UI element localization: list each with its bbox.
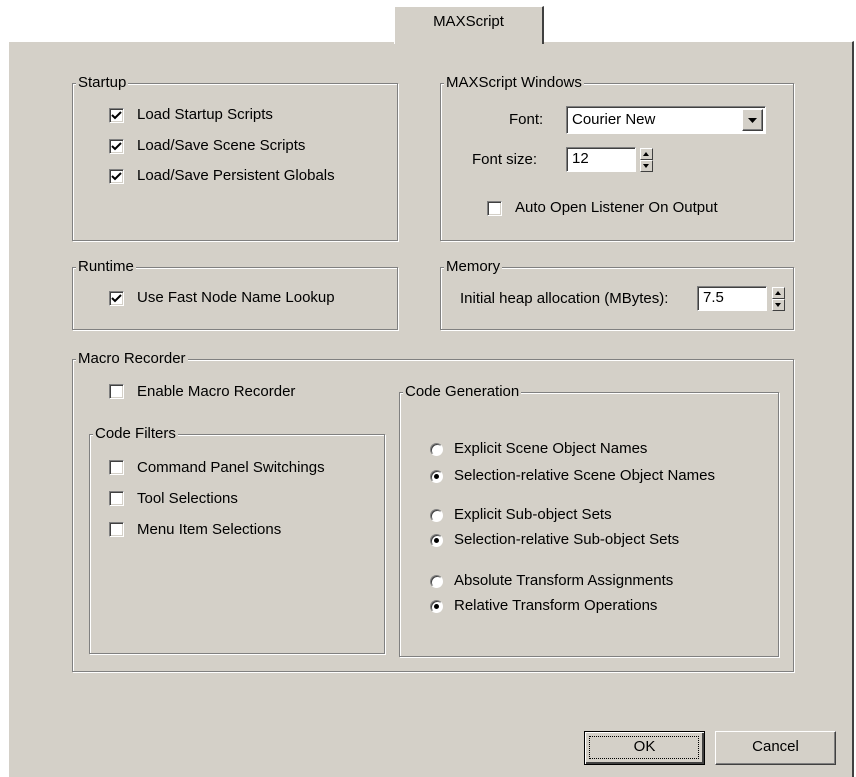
chevron-down-icon	[748, 118, 757, 123]
code-filters-group-title: Code Filters	[93, 425, 178, 443]
selection-relative-scene-object-names-label: Selection-relative Scene Object Names	[454, 467, 715, 484]
absolute-transform-assignments-label: Absolute Transform Assignments	[454, 572, 674, 589]
spin-up-icon	[775, 291, 781, 295]
spin-down-icon	[643, 164, 649, 168]
selection-relative-sub-object-sets-radio[interactable]	[430, 534, 443, 547]
macro-recorder-group-title: Macro Recorder	[76, 350, 188, 368]
checkmark-icon	[111, 294, 122, 303]
font-dropdown-button[interactable]	[742, 109, 763, 131]
selection-relative-sub-object-sets-label: Selection-relative Sub-object Sets	[454, 531, 680, 548]
cancel-button[interactable]: Cancel	[715, 731, 836, 765]
heap-allocation-input[interactable]: 7.5	[697, 286, 767, 311]
load-startup-scripts-checkbox[interactable]	[109, 108, 124, 123]
selection-relative-scene-object-names-radio[interactable]	[430, 470, 443, 483]
radio-dot	[434, 604, 439, 609]
cancel-button-label: Cancel	[752, 738, 799, 755]
runtime-group-title: Runtime	[76, 258, 136, 276]
font-dropdown-value: Courier New	[572, 111, 656, 128]
code-generation-group: Code Generation	[399, 383, 779, 657]
explicit-scene-object-names-label: Explicit Scene Object Names	[454, 440, 648, 457]
menu-item-selections-checkbox[interactable]	[109, 522, 124, 537]
load-save-persistent-globals-label: Load/Save Persistent Globals	[137, 167, 335, 184]
use-fast-node-lookup-checkbox[interactable]	[109, 291, 124, 306]
enable-macro-recorder-label: Enable Macro Recorder	[137, 383, 296, 400]
maxscript-windows-group-title: MAXScript Windows	[444, 74, 584, 92]
spin-up-icon	[643, 152, 649, 156]
focus-rect	[589, 736, 699, 759]
command-panel-switchings-label: Command Panel Switchings	[137, 459, 325, 476]
code-generation-group-title: Code Generation	[403, 383, 522, 401]
load-save-scene-scripts-label: Load/Save Scene Scripts	[137, 137, 306, 154]
load-startup-scripts-label: Load Startup Scripts	[137, 106, 273, 123]
menu-item-selections-label: Menu Item Selections	[137, 521, 282, 538]
checkmark-icon	[111, 142, 122, 151]
font-size-label: Font size:	[472, 151, 538, 168]
load-save-scene-scripts-checkbox[interactable]	[109, 139, 124, 154]
explicit-sub-object-sets-label: Explicit Sub-object Sets	[454, 506, 612, 523]
startup-group-title: Startup	[76, 74, 129, 92]
font-size-spinner[interactable]	[640, 148, 653, 172]
tab-maxscript[interactable]: MAXScript	[394, 6, 544, 44]
heap-allocation-spinner[interactable]	[772, 287, 785, 311]
heap-allocation-label: Initial heap allocation (MBytes):	[460, 290, 669, 307]
checkmark-icon	[111, 172, 122, 181]
relative-transform-operations-radio[interactable]	[430, 600, 443, 613]
radio-dot	[434, 474, 439, 479]
use-fast-node-lookup-label: Use Fast Node Name Lookup	[137, 289, 335, 306]
checkmark-icon	[111, 111, 122, 120]
font-dropdown[interactable]: Courier New	[566, 106, 766, 134]
auto-open-listener-label: Auto Open Listener On Output	[515, 199, 718, 216]
auto-open-listener-checkbox[interactable]	[487, 201, 502, 216]
ok-button[interactable]: OK	[584, 731, 705, 765]
heap-allocation-value: 7.5	[703, 289, 724, 306]
load-save-persistent-globals-checkbox[interactable]	[109, 169, 124, 184]
explicit-sub-object-sets-radio[interactable]	[430, 509, 443, 522]
relative-transform-operations-label: Relative Transform Operations	[454, 597, 658, 614]
memory-group-title: Memory	[444, 258, 503, 276]
command-panel-switchings-checkbox[interactable]	[109, 460, 124, 475]
font-label: Font:	[509, 111, 544, 128]
enable-macro-recorder-checkbox[interactable]	[109, 384, 124, 399]
explicit-scene-object-names-radio[interactable]	[430, 443, 443, 456]
tool-selections-checkbox[interactable]	[109, 491, 124, 506]
absolute-transform-assignments-radio[interactable]	[430, 575, 443, 588]
spin-down-icon	[775, 303, 781, 307]
radio-dot	[434, 538, 439, 543]
font-size-value: 12	[572, 150, 589, 167]
font-size-input[interactable]: 12	[566, 147, 636, 172]
tool-selections-label: Tool Selections	[137, 490, 238, 507]
